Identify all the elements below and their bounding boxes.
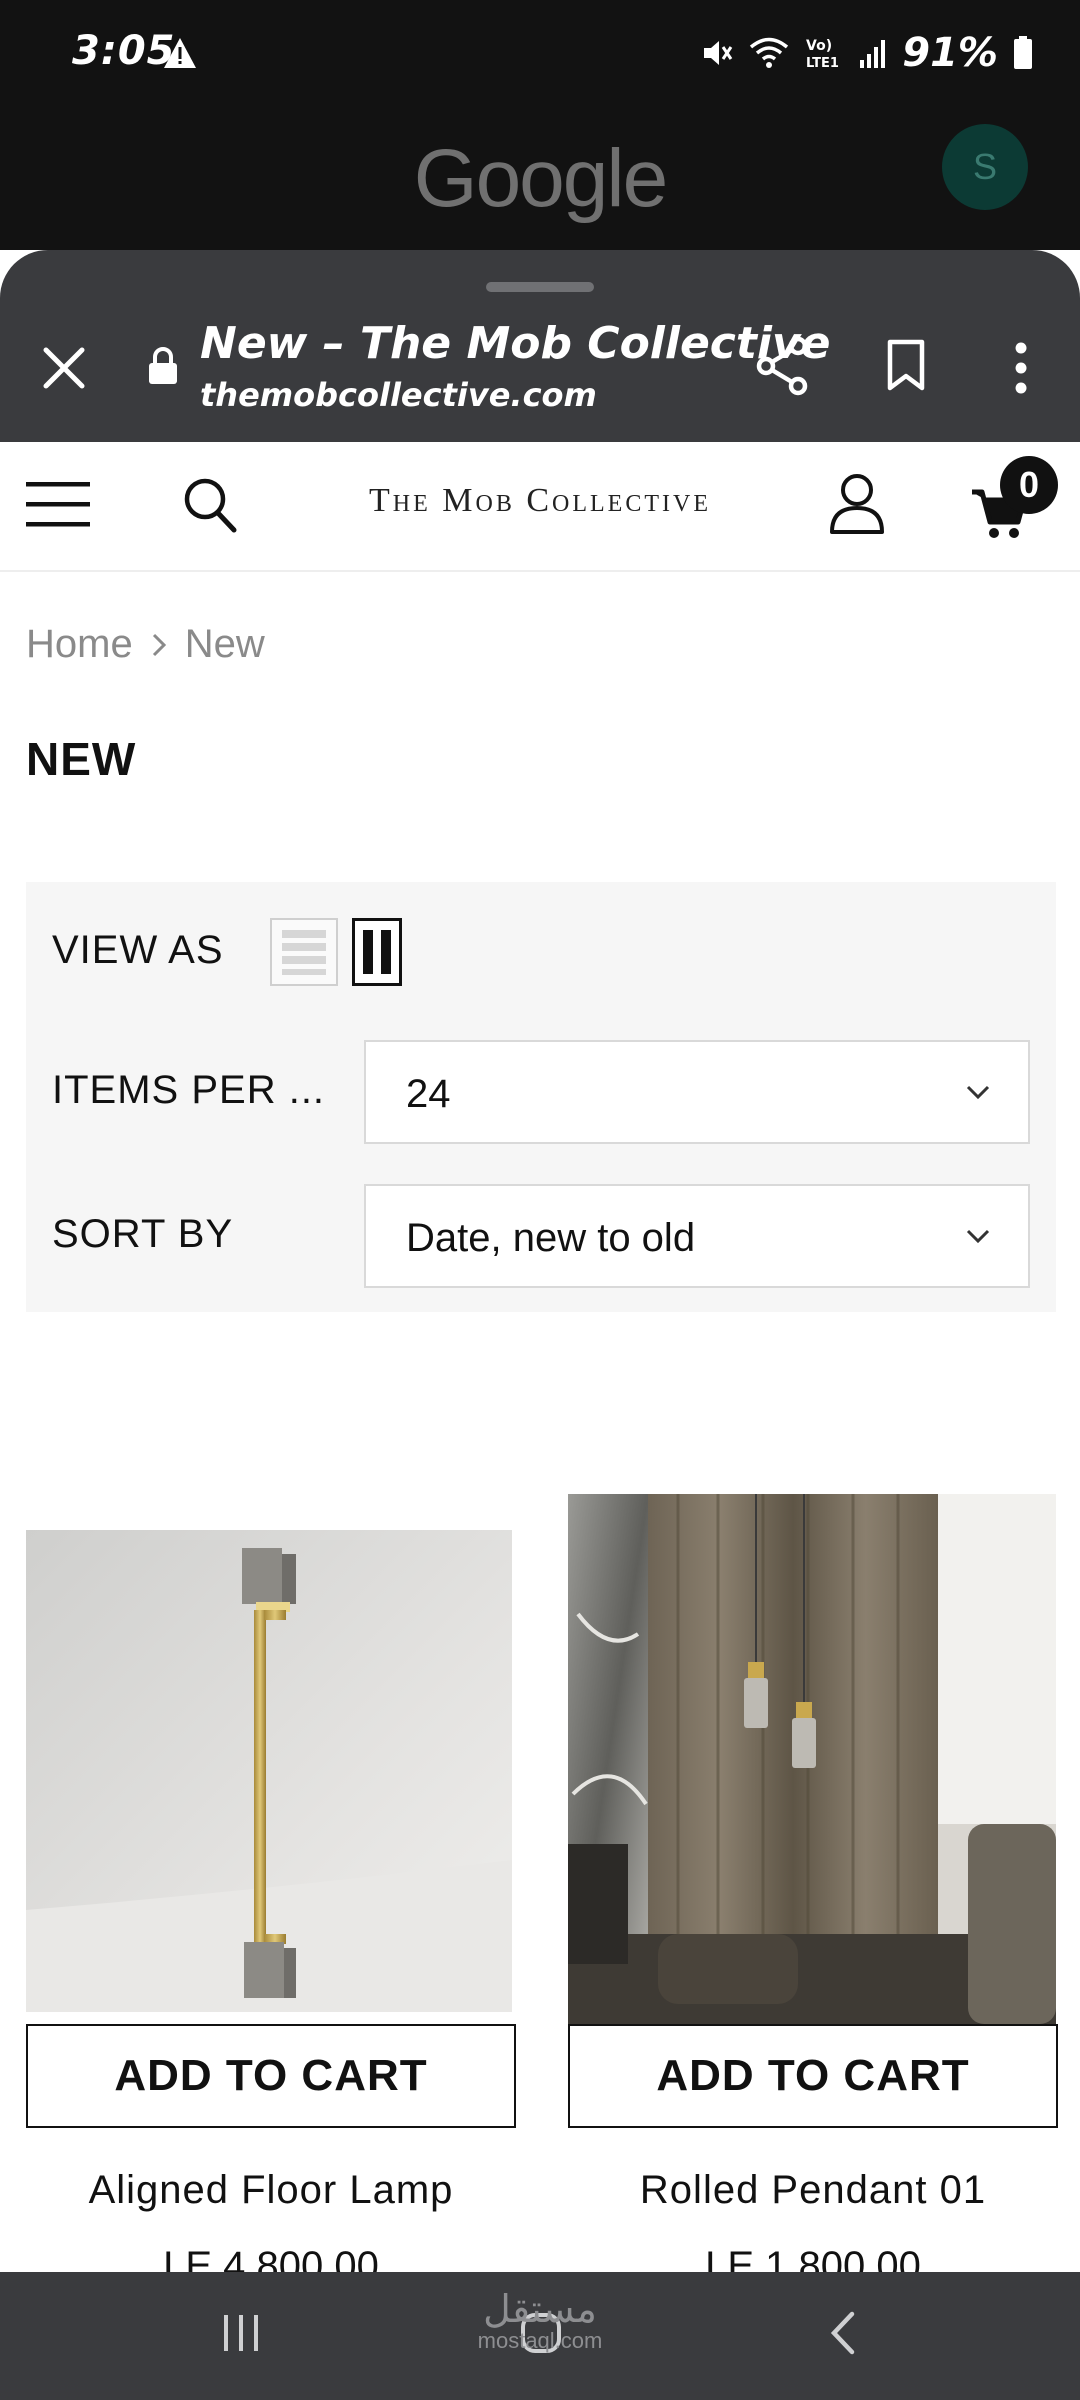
avatar[interactable]: S: [942, 124, 1028, 210]
grid-view-icon: [363, 930, 391, 974]
warning-icon: [164, 38, 196, 68]
grid-view-button[interactable]: [352, 918, 402, 986]
add-to-cart-button[interactable]: ADD TO CART: [26, 2024, 516, 2128]
status-icons: Vo) LTE1 91%: [700, 28, 1034, 78]
brand-logo[interactable]: The Mob Collective: [300, 482, 780, 520]
chevron-down-icon: [966, 1229, 990, 1244]
google-logo: Google: [413, 133, 668, 224]
chevron-down-icon: [966, 1085, 990, 1100]
add-to-cart-button[interactable]: ADD TO CART: [568, 2024, 1058, 2128]
signal-icon: [860, 40, 886, 68]
pendant-image: [568, 1494, 1056, 2024]
sort-by-value: Date, new to old: [406, 1216, 696, 1260]
drag-handle[interactable]: [486, 282, 594, 292]
account-icon[interactable]: [828, 472, 886, 536]
close-icon[interactable]: [38, 342, 90, 394]
floor-lamp-image: [26, 1530, 512, 2012]
svg-text:LTE1: LTE1: [806, 56, 839, 71]
tab-page-title: New – The Mob Collective: [200, 318, 831, 369]
lock-icon: [149, 347, 177, 384]
items-per-page-label: ITEMS PER ...: [52, 1068, 326, 1112]
battery-percent: 91%: [902, 30, 998, 76]
wifi-icon: [750, 37, 789, 68]
watermark: مستقل mostaql.com: [470, 2290, 610, 2352]
sort-by-label: SORT BY: [52, 1212, 234, 1256]
status-time: 3:05: [72, 28, 176, 74]
breadcrumb-home[interactable]: Home: [26, 622, 133, 667]
menu-icon[interactable]: [26, 478, 90, 530]
product-name[interactable]: Aligned Floor Lamp: [26, 2168, 516, 2213]
list-view-button[interactable]: [270, 918, 338, 986]
battery-icon: [1014, 36, 1032, 69]
product-image-pendant[interactable]: [568, 1494, 1056, 2024]
share-icon[interactable]: [754, 336, 810, 396]
watermark-arabic: مستقل: [483, 2289, 597, 2331]
cart-count-badge[interactable]: 0: [1000, 456, 1058, 514]
site-header: The Mob Collective: [0, 442, 1080, 572]
svg-text:Vo): Vo): [806, 38, 832, 54]
breadcrumb-current: New: [184, 622, 265, 666]
bookmark-icon[interactable]: [884, 338, 928, 394]
breadcrumb: Home New: [26, 622, 265, 667]
watermark-latin: mostaql.com: [477, 2328, 603, 2353]
items-per-page-select[interactable]: 24: [364, 1040, 1030, 1144]
more-options-icon[interactable]: [1008, 340, 1034, 396]
product-name[interactable]: Rolled Pendant 01: [568, 2168, 1058, 2213]
back-icon[interactable]: [826, 2310, 860, 2356]
tab-url[interactable]: themobcollective.com: [200, 376, 597, 414]
product-image-floor-lamp[interactable]: [26, 1530, 512, 2012]
custom-tab-toolbar: New – The Mob Collective themobcollectiv…: [0, 250, 1080, 442]
mute-icon: [704, 41, 733, 65]
collection-toolbar: VIEW AS ITEMS PER ... 24 SORT BY Date, n…: [26, 882, 1056, 1312]
chevron-right-icon: [152, 633, 166, 656]
items-per-page-value: 24: [406, 1072, 451, 1116]
page-title: NEW: [26, 733, 137, 785]
google-backdrop: Google S: [0, 110, 1080, 250]
search-icon[interactable]: [182, 476, 238, 534]
sort-by-select[interactable]: Date, new to old: [364, 1184, 1030, 1288]
list-view-icon: [282, 930, 326, 975]
volte-icon: Vo) LTE1: [806, 38, 839, 71]
recent-apps-icon[interactable]: [220, 2312, 262, 2354]
view-as-label: VIEW AS: [52, 928, 224, 972]
status-bar: 3:05 Vo) LTE1 91%: [0, 0, 1080, 110]
